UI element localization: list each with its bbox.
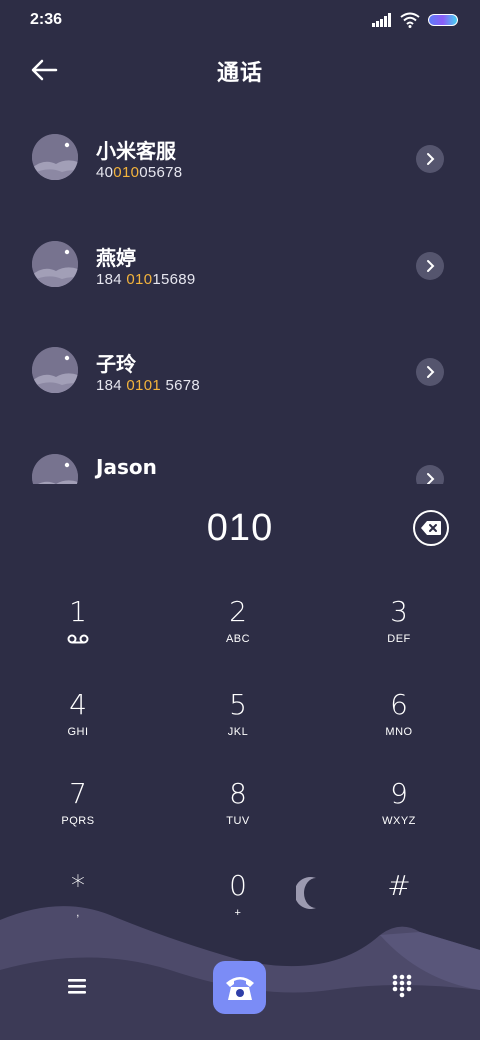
contact-row[interactable]: Jason	[0, 428, 480, 484]
call-button[interactable]	[213, 961, 266, 1014]
battery-icon	[428, 14, 458, 26]
contact-row[interactable]: 燕婷 184 01015689	[0, 215, 480, 322]
bottom-bar	[0, 958, 480, 1018]
key-9[interactable]: 9 WXYZ	[339, 774, 459, 854]
contact-name: 燕婷	[96, 245, 136, 270]
key-digit: 5	[229, 688, 247, 721]
contact-name: 小米客服	[96, 139, 176, 163]
avatar	[32, 347, 78, 393]
key-digit: 6	[390, 688, 408, 721]
contact-number: 184 01015689	[96, 270, 196, 288]
contact-number: 4001005678	[96, 164, 183, 181]
contact-number: 184 0101 5678	[96, 377, 201, 394]
number-match-highlight: 010	[126, 270, 153, 288]
contact-name: Jason	[96, 454, 157, 479]
contact-row[interactable]: 小米客服 4001005678	[0, 108, 480, 215]
key-digit: 7	[69, 777, 87, 810]
contact-detail-button[interactable]	[416, 464, 444, 484]
key-digit: 0	[229, 869, 247, 902]
key-digit: 3	[390, 595, 408, 628]
key-star[interactable]: * ,	[18, 866, 138, 946]
phone-icon	[225, 976, 254, 1000]
contact-detail-button[interactable]	[416, 145, 444, 173]
key-letters: ,	[76, 907, 80, 919]
avatar-landscape-icon	[32, 453, 78, 484]
key-letters: DEF	[387, 633, 411, 645]
contact-name: 子玲	[96, 352, 136, 376]
key-3[interactable]: 3 DEF	[339, 592, 459, 672]
key-7[interactable]: 7 PQRS	[18, 774, 138, 854]
voicemail-icon	[67, 634, 89, 644]
chevron-right-icon	[427, 153, 435, 165]
key-letters: ABC	[225, 633, 251, 645]
avatar-landscape-icon	[32, 134, 78, 180]
contact-detail-button[interactable]	[416, 358, 444, 386]
contact-list: 小米客服 4001005678 燕婷 184 01015689 子玲 184 0…	[0, 108, 480, 484]
avatar	[32, 240, 78, 287]
key-letters: PQRS	[61, 815, 95, 827]
chevron-right-icon	[427, 472, 435, 484]
key-letters: MNO	[385, 726, 413, 738]
key-letters: TUV	[226, 815, 250, 827]
avatar-landscape-icon	[32, 240, 78, 287]
wifi-icon	[400, 12, 420, 28]
key-1[interactable]: 1	[18, 592, 138, 672]
avatar-landscape-icon	[32, 347, 78, 393]
status-bar: 2:36	[0, 0, 480, 40]
key-letters: JKL	[227, 726, 249, 738]
page-title: 通话	[216, 61, 263, 86]
key-2[interactable]: 2 ABC	[178, 592, 298, 672]
avatar	[32, 453, 78, 484]
number-match-highlight: 010	[113, 164, 140, 181]
key-digit: 9	[390, 777, 408, 810]
key-8[interactable]: 8 TUV	[178, 774, 298, 854]
dialpad-icon	[392, 974, 412, 998]
avatar	[32, 134, 78, 180]
key-digit: 1	[69, 595, 87, 628]
status-time: 2:36	[30, 11, 63, 28]
key-0[interactable]: 0 +	[178, 866, 298, 946]
number-match-highlight: 0101	[126, 377, 161, 394]
dialed-number: 010	[206, 507, 274, 549]
key-6[interactable]: 6 MNO	[339, 685, 459, 765]
menu-button[interactable]	[66, 976, 88, 996]
contact-detail-button[interactable]	[416, 251, 444, 280]
backspace-icon	[421, 521, 441, 535]
status-icons	[372, 12, 458, 28]
key-digit: 2	[229, 595, 247, 628]
key-letters: +	[234, 907, 242, 919]
key-4[interactable]: 4 GHI	[18, 685, 138, 765]
chevron-right-icon	[427, 366, 435, 378]
contact-row[interactable]: 子玲 184 0101 5678	[0, 321, 480, 428]
dialpad-toggle-button[interactable]	[392, 974, 412, 998]
chevron-right-icon	[427, 259, 435, 272]
key-digit: 4	[69, 688, 87, 721]
key-letters: GHI	[67, 726, 89, 738]
key-digit: *	[71, 869, 85, 902]
header: 通话	[0, 45, 480, 95]
key-letters: WXYZ	[382, 815, 416, 827]
key-hash[interactable]: #	[339, 866, 459, 946]
key-digit: #	[387, 869, 411, 902]
key-5[interactable]: 5 JKL	[178, 685, 298, 765]
signal-icon	[372, 13, 391, 27]
menu-icon	[68, 979, 86, 994]
delete-digit-button[interactable]	[413, 510, 449, 546]
key-digit: 8	[229, 777, 247, 810]
keypad: 1 2 ABC 3 DEF 4 GHI 5 JKL 6 MNO 7 PQRS 8…	[0, 580, 480, 940]
